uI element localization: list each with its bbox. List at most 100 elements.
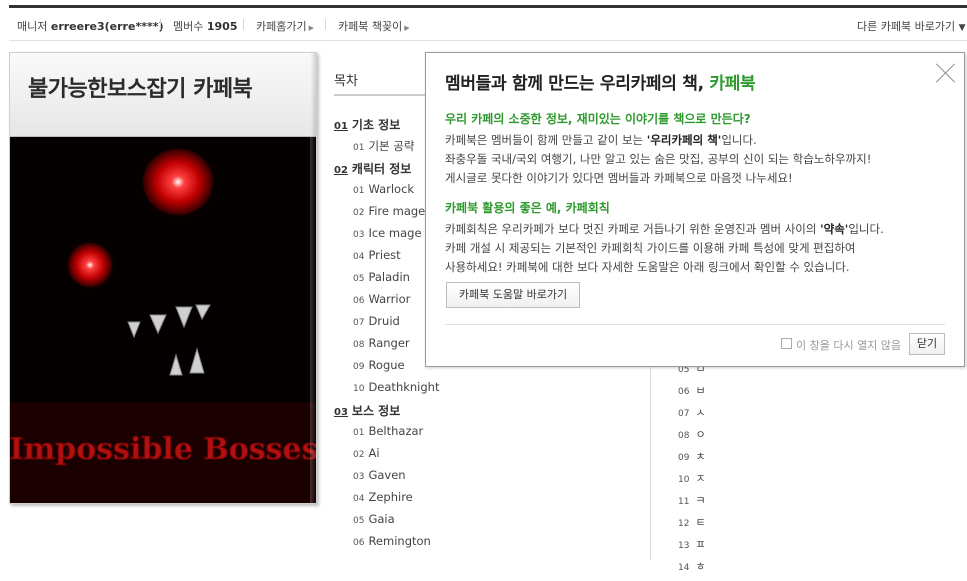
toc-item[interactable]: 01 Warlock (353, 182, 414, 196)
toc-item[interactable]: 01 기본 공략 (353, 138, 414, 154)
toc-item-label: ㅊ (695, 450, 706, 463)
toc-section[interactable]: 03 보스 정보 (334, 402, 400, 419)
separator (325, 19, 326, 30)
toc-item-number: 01 (353, 186, 365, 196)
popup-text-line: 좌충우돌 국내/국외 여행기, 나만 알고 있는 숨은 맛집, 공부의 신이 되… (445, 152, 872, 166)
toc-item[interactable]: 01 Belthazar (353, 424, 423, 438)
toc-item[interactable]: 04 Zephire (353, 490, 413, 504)
toc-item[interactable]: 06 ㅂ (678, 382, 706, 398)
toc-item[interactable]: 09 Rogue (353, 358, 405, 372)
toc-item-label: Gaven (368, 468, 406, 482)
toc-item[interactable]: 10 Deathknight (353, 380, 439, 394)
toc-item-label: Zephire (368, 490, 413, 504)
toc-item[interactable]: 07 ㅅ (678, 404, 706, 420)
toc-item-label: 기본 공략 (368, 139, 415, 153)
cover-header: 불가능한보스잡기 카페북 (10, 53, 316, 137)
toc-item[interactable]: 08 ㅇ (678, 426, 706, 442)
toc-item[interactable]: 02 Fire mage (353, 204, 425, 218)
dont-show-again-checkbox[interactable] (781, 338, 792, 349)
cafe-info-bar: 매니저 erreere3(erre****) 멤버수 1905 카페홈가기 ▶ 카… (9, 8, 967, 41)
caret-down-icon: ▼ (958, 23, 966, 33)
toc-item[interactable]: 12 ㅌ (678, 514, 706, 530)
toc-section-number: 01 (334, 121, 348, 132)
toc-title: 목차 (334, 74, 358, 89)
close-button[interactable]: 닫기 (909, 333, 945, 355)
toc-item-label: Deathknight (368, 380, 440, 394)
toc-item-label: Priest (368, 248, 401, 262)
section-heading-cafebook: 우리 카페의 소중한 정보, 재미있는 이야기를 책으로 만든다? (445, 112, 751, 126)
cafebook-cover[interactable]: 불가능한보스잡기 카페북 Impossible Bosses (9, 52, 317, 504)
toc-item-label: ㅌ (695, 516, 706, 529)
manager-info[interactable]: 매니저 erreere3(erre****) (17, 18, 163, 34)
toc-item-label: Ai (368, 446, 380, 460)
toc-item-label: Ranger (368, 336, 410, 350)
toc-item[interactable]: 03 Gaven (353, 468, 406, 482)
cover-title: 불가능한보스잡기 카페북 (28, 77, 253, 102)
toc-item-label: Paladin (368, 270, 410, 284)
other-cafebook-dropdown[interactable]: 다른 카페북 바로가기 ▼ (857, 18, 966, 34)
toc-item-number: 06 (678, 387, 690, 397)
close-icon[interactable] (935, 62, 957, 84)
toc-item[interactable]: 06 Warrior (353, 292, 410, 306)
toc-item[interactable]: 05 Gaia (353, 512, 395, 526)
toc-item[interactable]: 06 Remington (353, 534, 431, 548)
manager-name: erreere3(erre****) (50, 20, 164, 33)
toc-item-number: 06 (353, 296, 365, 306)
toc-item[interactable]: 08 Ranger (353, 336, 410, 350)
toc-item[interactable]: 05 Paladin (353, 270, 410, 284)
toc-item[interactable]: 13 ㅍ (678, 536, 706, 552)
member-count: 멤버수 1905 (173, 20, 238, 33)
chevron-right-icon: ▶ (308, 24, 314, 32)
toc-item-number: 03 (353, 472, 365, 482)
toc-item-number: 02 (353, 450, 365, 460)
popup-text-line: 카페회칙은 우리카페가 보다 멋진 카페로 거듭나기 위한 운영진과 멤버 사이… (445, 222, 884, 236)
toc-item-number: 09 (678, 453, 690, 463)
toc-item[interactable]: 09 ㅊ (678, 448, 706, 464)
toc-item[interactable]: 07 Druid (353, 314, 400, 328)
toc-item-label: Rogue (368, 358, 405, 372)
separator (243, 19, 244, 30)
toc-item-number: 08 (353, 340, 365, 350)
help-link-button[interactable]: 카페북 도움말 바로가기 (446, 282, 580, 308)
toc-item-label: ㅇ (695, 428, 706, 441)
popup-title: 멤버들과 함께 만드는 우리카페의 책, 카페북 (445, 74, 756, 94)
toc-item[interactable]: 04 Priest (353, 248, 401, 262)
toc-item-label: Remington (368, 534, 431, 548)
toc-section-number: 03 (334, 407, 348, 418)
toc-item-number: 01 (353, 143, 365, 153)
toc-item[interactable]: 14 ㅎ (678, 558, 706, 574)
popup-text-line: 카페북은 멤버들이 함께 만들고 같이 보는 '우리카페의 책'입니다. (445, 133, 757, 147)
toc-section-number: 02 (334, 165, 348, 176)
toc-item-label: ㅍ (695, 538, 706, 551)
popup-divider (445, 324, 945, 325)
cafebook-intro-popup: 멤버들과 함께 만드는 우리카페의 책, 카페북 우리 카페의 소중한 정보, … (425, 52, 965, 367)
toc-item-number: 02 (353, 208, 365, 218)
toc-section[interactable]: 02 캐릭터 정보 (334, 160, 411, 177)
cover-art-image: Impossible Bosses (10, 137, 317, 503)
toc-section[interactable]: 01 기초 정보 (334, 116, 400, 133)
toc-item-number: 07 (678, 409, 690, 419)
toc-item-number: 12 (678, 519, 690, 529)
toc-item-number: 04 (353, 494, 365, 504)
toc-item-number: 08 (678, 431, 690, 441)
toc-item-label: ㅋ (695, 494, 706, 507)
toc-item-number: 14 (678, 563, 690, 573)
cover-art-text: Impossible Bosses (10, 432, 317, 467)
toc-item-number: 05 (353, 274, 365, 284)
go-cafe-home-link[interactable]: 카페홈가기 ▶ (256, 18, 314, 34)
toc-item-number: 06 (353, 538, 365, 548)
toc-item-label: Gaia (368, 512, 395, 526)
toc-item-label: Warrior (368, 292, 411, 306)
toc-item-label: Druid (368, 314, 400, 328)
bookshelf-link[interactable]: 카페북 책꽂이 ▶ (338, 18, 410, 34)
toc-item[interactable]: 02 Ai (353, 446, 380, 460)
toc-item-label: ㅅ (695, 406, 706, 419)
section-heading-rules: 카페북 활용의 좋은 예, 카페회칙 (445, 201, 610, 215)
toc-item-label: Fire mage (368, 204, 426, 218)
toc-item[interactable]: 11 ㅋ (678, 492, 706, 508)
dont-show-again-label[interactable]: 이 창을 다시 열지 않음 (796, 337, 901, 353)
toc-section-label: 캐릭터 정보 (351, 162, 412, 176)
toc-item-label: ㅎ (695, 560, 706, 573)
toc-item[interactable]: 03 Ice mage (353, 226, 422, 240)
toc-item[interactable]: 10 ㅈ (678, 470, 706, 486)
